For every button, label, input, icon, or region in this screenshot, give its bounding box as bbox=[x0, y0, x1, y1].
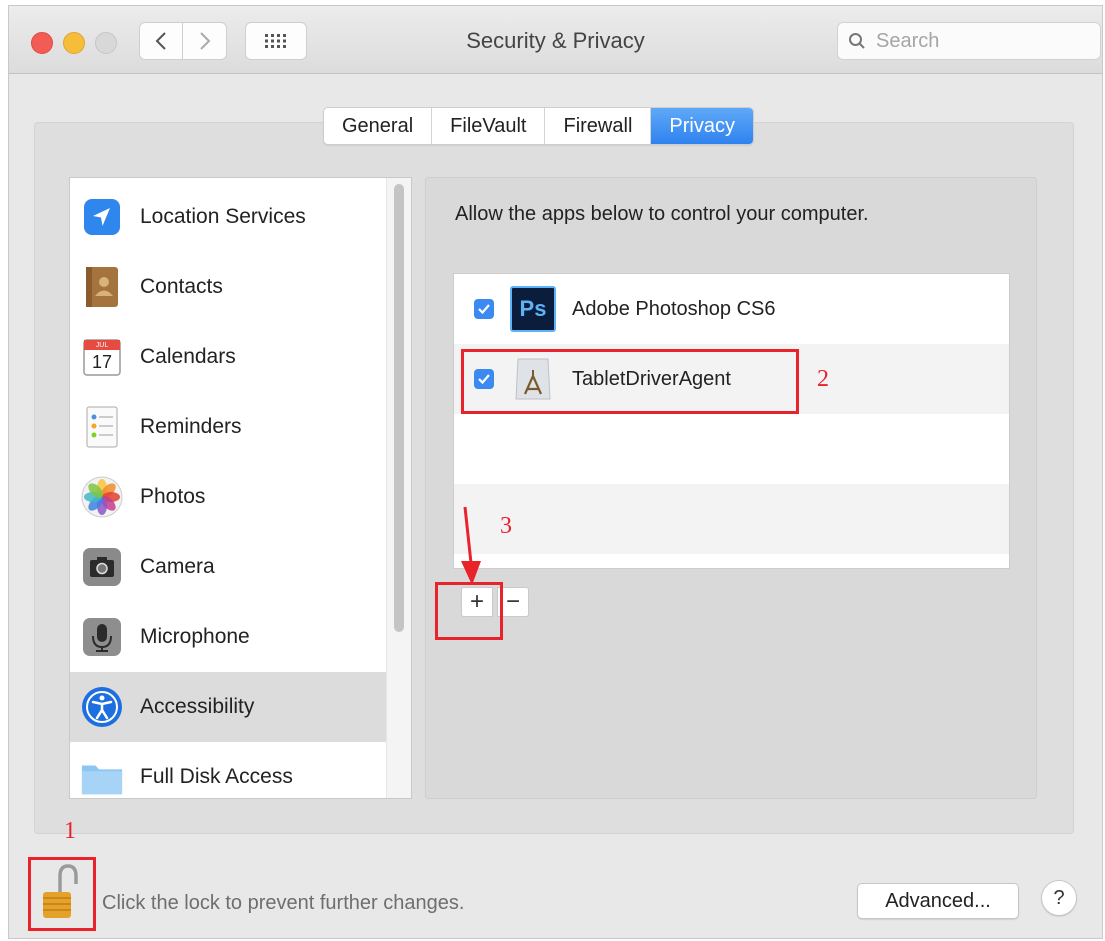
annotation-box-add-button bbox=[435, 582, 503, 640]
sidebar-item-location-services[interactable]: Location Services bbox=[70, 182, 388, 252]
sidebar-item-calendars[interactable]: JUL 17 Calendars bbox=[70, 322, 388, 392]
back-button[interactable] bbox=[139, 22, 183, 60]
chevron-left-icon bbox=[155, 32, 166, 50]
grid-icon bbox=[265, 34, 286, 48]
photoshop-icon-text: Ps bbox=[519, 296, 547, 321]
accessibility-icon bbox=[80, 685, 124, 729]
app-checkbox[interactable] bbox=[474, 299, 494, 319]
reminders-list-icon bbox=[80, 405, 124, 449]
tab-privacy[interactable]: Privacy bbox=[651, 108, 753, 144]
calendar-icon-month: JUL bbox=[95, 342, 109, 349]
microphone-icon bbox=[80, 615, 124, 659]
privacy-category-list: Location Services Contacts JUL 17 Calend… bbox=[69, 177, 412, 799]
photos-flower-icon bbox=[80, 475, 124, 519]
allowed-apps-list: Ps Adobe Photoshop CS6 TabletDriverAgent bbox=[453, 273, 1010, 569]
app-row-photoshop[interactable]: Ps Adobe Photoshop CS6 bbox=[454, 274, 1009, 344]
search-field[interactable] bbox=[837, 22, 1101, 60]
sidebar-item-label: Accessibility bbox=[140, 695, 255, 718]
sidebar-item-accessibility[interactable]: Accessibility bbox=[70, 672, 388, 742]
sidebar-item-label: Photos bbox=[140, 485, 206, 508]
annotation-number: 3 bbox=[500, 513, 512, 539]
scrollbar-thumb[interactable] bbox=[394, 184, 404, 632]
camera-icon bbox=[80, 545, 124, 589]
tab-firewall[interactable]: Firewall bbox=[545, 108, 652, 144]
calendar-icon-day: 17 bbox=[91, 352, 113, 372]
sidebar-item-label: Full Disk Access bbox=[140, 765, 293, 788]
annotation-number: 1 bbox=[64, 818, 76, 844]
tab-filevault[interactable]: FileVault bbox=[432, 108, 546, 144]
title-bar: Security & Privacy bbox=[9, 6, 1102, 74]
calendar-icon: JUL 17 bbox=[80, 335, 124, 379]
search-icon bbox=[849, 33, 865, 49]
location-arrow-icon bbox=[80, 195, 124, 239]
privacy-description: Allow the apps below to control your com… bbox=[455, 203, 869, 225]
sidebar-item-label: Microphone bbox=[140, 625, 250, 648]
sidebar-item-photos[interactable]: Photos bbox=[70, 462, 388, 532]
sidebar-item-label: Contacts bbox=[140, 275, 223, 298]
sidebar-item-reminders[interactable]: Reminders bbox=[70, 392, 388, 462]
annotation-box-lock bbox=[28, 857, 96, 931]
app-name: Adobe Photoshop CS6 bbox=[572, 297, 776, 320]
forward-button[interactable] bbox=[183, 22, 227, 60]
photoshop-icon: Ps bbox=[510, 286, 556, 332]
sidebar-item-label: Calendars bbox=[140, 345, 236, 368]
contacts-book-icon bbox=[80, 265, 124, 309]
sidebar-item-label: Reminders bbox=[140, 415, 242, 438]
sidebar-scrollbar[interactable] bbox=[386, 178, 411, 798]
help-button[interactable]: ? bbox=[1041, 880, 1077, 916]
sidebar-item-contacts[interactable]: Contacts bbox=[70, 252, 388, 322]
sidebar-item-label: Location Services bbox=[140, 205, 306, 228]
search-input[interactable] bbox=[874, 28, 1078, 54]
annotation-box-app-row bbox=[461, 349, 799, 414]
sidebar-item-camera[interactable]: Camera bbox=[70, 532, 388, 602]
close-window-button[interactable] bbox=[31, 32, 53, 54]
lock-message: Click the lock to prevent further change… bbox=[102, 892, 465, 914]
zoom-window-button[interactable] bbox=[95, 32, 117, 54]
checkmark-icon bbox=[478, 304, 490, 315]
annotation-number: 2 bbox=[817, 366, 829, 392]
sidebar-item-microphone[interactable]: Microphone bbox=[70, 602, 388, 672]
folder-icon bbox=[80, 755, 124, 798]
sidebar-item-label: Camera bbox=[140, 555, 215, 578]
tab-general[interactable]: General bbox=[324, 108, 433, 144]
app-row-empty bbox=[454, 484, 1009, 554]
sidebar-item-full-disk-access[interactable]: Full Disk Access bbox=[70, 742, 388, 798]
minimize-window-button[interactable] bbox=[63, 32, 85, 54]
show-all-button[interactable] bbox=[245, 22, 307, 60]
app-row-empty bbox=[454, 414, 1009, 484]
chevron-right-icon bbox=[199, 32, 210, 50]
tab-bar: General FileVault Firewall Privacy bbox=[323, 107, 754, 145]
annotation-arrow-icon bbox=[461, 506, 481, 585]
advanced-button[interactable]: Advanced... bbox=[857, 883, 1019, 919]
